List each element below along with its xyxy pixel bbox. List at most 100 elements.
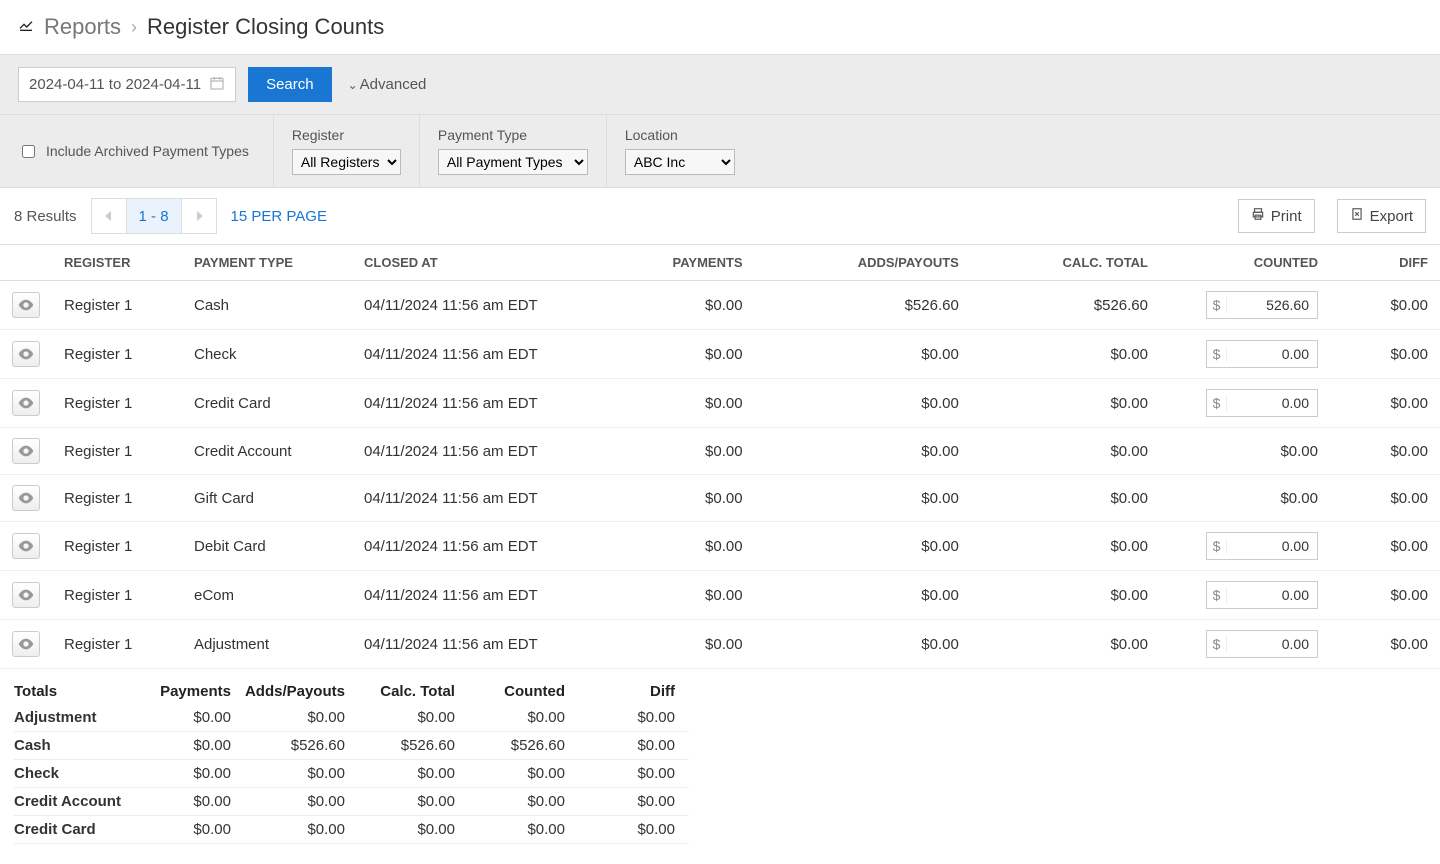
totals-col-label: Totals <box>14 677 135 704</box>
include-archived-checkbox[interactable] <box>22 145 35 158</box>
calendar-icon <box>209 75 225 94</box>
cell-counted: $ <box>1160 330 1330 379</box>
col-closed-at: CLOSED AT <box>352 245 592 281</box>
view-row-button[interactable] <box>12 631 40 657</box>
filter-payment-type: Payment Type All Payment Types <box>420 115 607 187</box>
totals-diff: $0.00 <box>579 816 689 844</box>
breadcrumb-parent[interactable]: Reports <box>44 14 121 40</box>
pager-next[interactable] <box>182 199 216 233</box>
dollar-icon: $ <box>1207 587 1227 603</box>
totals-col-calc: Calc. Total <box>359 677 469 704</box>
per-page-link[interactable]: 15 PER PAGE <box>231 208 327 225</box>
view-row-button[interactable] <box>12 292 40 318</box>
chart-icon <box>18 17 34 38</box>
totals-label: Cash <box>14 732 135 760</box>
chevron-down-icon: ⌄ <box>348 78 358 92</box>
cell-payment-type: Adjustment <box>182 620 352 669</box>
view-row-button[interactable] <box>12 341 40 367</box>
totals-col-counted: Counted <box>469 677 579 704</box>
totals-counted: $0.00 <box>469 704 579 732</box>
cell-closed-at: 04/11/2024 11:56 am EDT <box>352 475 592 522</box>
totals-calc: $0.00 <box>359 760 469 788</box>
results-count: 8 Results <box>14 208 77 225</box>
location-label: Location <box>625 127 735 143</box>
export-button[interactable]: Export <box>1337 199 1426 233</box>
totals-label: Credit Account <box>14 788 135 816</box>
payment-type-select[interactable]: All Payment Types <box>438 149 588 175</box>
cell-payment-type: Credit Account <box>182 428 352 475</box>
totals-label: Check <box>14 760 135 788</box>
date-range-input[interactable]: 2024-04-11 to 2024-04-11 <box>18 67 236 102</box>
cell-diff: $0.00 <box>1330 475 1440 522</box>
totals-col-diff: Diff <box>579 677 689 704</box>
counted-input[interactable] <box>1227 342 1317 366</box>
totals-counted: $0.00 <box>469 816 579 844</box>
totals-adds: $0.00 <box>245 816 359 844</box>
counted-input[interactable] <box>1227 293 1317 317</box>
cell-counted: $ <box>1160 571 1330 620</box>
totals-adds: $0.00 <box>245 788 359 816</box>
view-row-button[interactable] <box>12 485 40 511</box>
totals-adds: $0.00 <box>245 760 359 788</box>
results-bar: 8 Results 1 - 8 15 PER PAGE Print Export <box>0 188 1440 245</box>
cell-diff: $0.00 <box>1330 281 1440 330</box>
print-icon <box>1251 207 1265 225</box>
cell-adds-payouts: $526.60 <box>755 281 971 330</box>
location-select[interactable]: ABC Inc <box>625 149 735 175</box>
cell-payments: $0.00 <box>592 522 755 571</box>
cell-calc-total: $526.60 <box>971 281 1160 330</box>
cell-counted: $0.00 <box>1160 475 1330 522</box>
table-row: Register 1Cash04/11/2024 11:56 am EDT$0.… <box>0 281 1440 330</box>
export-icon <box>1350 207 1364 225</box>
cell-calc-total: $0.00 <box>971 620 1160 669</box>
totals-row: Credit Account$0.00$0.00$0.00$0.00$0.00 <box>14 788 689 816</box>
cell-diff: $0.00 <box>1330 428 1440 475</box>
totals-calc: $0.00 <box>359 788 469 816</box>
cell-payments: $0.00 <box>592 475 755 522</box>
print-button[interactable]: Print <box>1238 199 1315 233</box>
view-row-button[interactable] <box>12 582 40 608</box>
export-label: Export <box>1370 208 1413 225</box>
totals-diff: $0.00 <box>579 704 689 732</box>
cell-calc-total: $0.00 <box>971 571 1160 620</box>
cell-adds-payouts: $0.00 <box>755 522 971 571</box>
col-diff: DIFF <box>1330 245 1440 281</box>
register-label: Register <box>292 127 401 143</box>
view-row-button[interactable] <box>12 438 40 464</box>
totals-diff: $0.00 <box>579 732 689 760</box>
table-row: Register 1Debit Card04/11/2024 11:56 am … <box>0 522 1440 571</box>
totals-section: Totals Payments Adds/Payouts Calc. Total… <box>0 669 1440 864</box>
advanced-toggle[interactable]: ⌄ Advanced <box>348 76 427 93</box>
totals-col-payments: Payments <box>135 677 245 704</box>
totals-row: Adjustment$0.00$0.00$0.00$0.00$0.00 <box>14 704 689 732</box>
counted-input[interactable] <box>1227 632 1317 656</box>
view-row-button[interactable] <box>12 390 40 416</box>
cell-closed-at: 04/11/2024 11:56 am EDT <box>352 379 592 428</box>
totals-row: Check$0.00$0.00$0.00$0.00$0.00 <box>14 760 689 788</box>
pager-prev[interactable] <box>92 199 126 233</box>
counted-input[interactable] <box>1227 391 1317 415</box>
counted-input-wrap: $ <box>1206 581 1318 609</box>
cell-adds-payouts: $0.00 <box>755 330 971 379</box>
totals-calc: $526.60 <box>359 732 469 760</box>
col-calc-total: CALC. TOTAL <box>971 245 1160 281</box>
col-payments: PAYMENTS <box>592 245 755 281</box>
cell-diff: $0.00 <box>1330 379 1440 428</box>
cell-counted: $ <box>1160 281 1330 330</box>
cell-payments: $0.00 <box>592 379 755 428</box>
search-button[interactable]: Search <box>248 67 332 102</box>
view-row-button[interactable] <box>12 533 40 559</box>
register-select[interactable]: All Registers <box>292 149 401 175</box>
cell-register: Register 1 <box>52 428 182 475</box>
pager-range: 1 - 8 <box>126 199 182 233</box>
counted-input-wrap: $ <box>1206 389 1318 417</box>
counted-input-wrap: $ <box>1206 532 1318 560</box>
counted-input[interactable] <box>1227 583 1317 607</box>
cell-register: Register 1 <box>52 281 182 330</box>
col-register: REGISTER <box>52 245 182 281</box>
cell-payment-type: Check <box>182 330 352 379</box>
counted-input[interactable] <box>1227 534 1317 558</box>
cell-payment-type: Credit Card <box>182 379 352 428</box>
chevron-right-icon: › <box>131 17 137 38</box>
totals-header-row: Totals Payments Adds/Payouts Calc. Total… <box>14 677 689 704</box>
